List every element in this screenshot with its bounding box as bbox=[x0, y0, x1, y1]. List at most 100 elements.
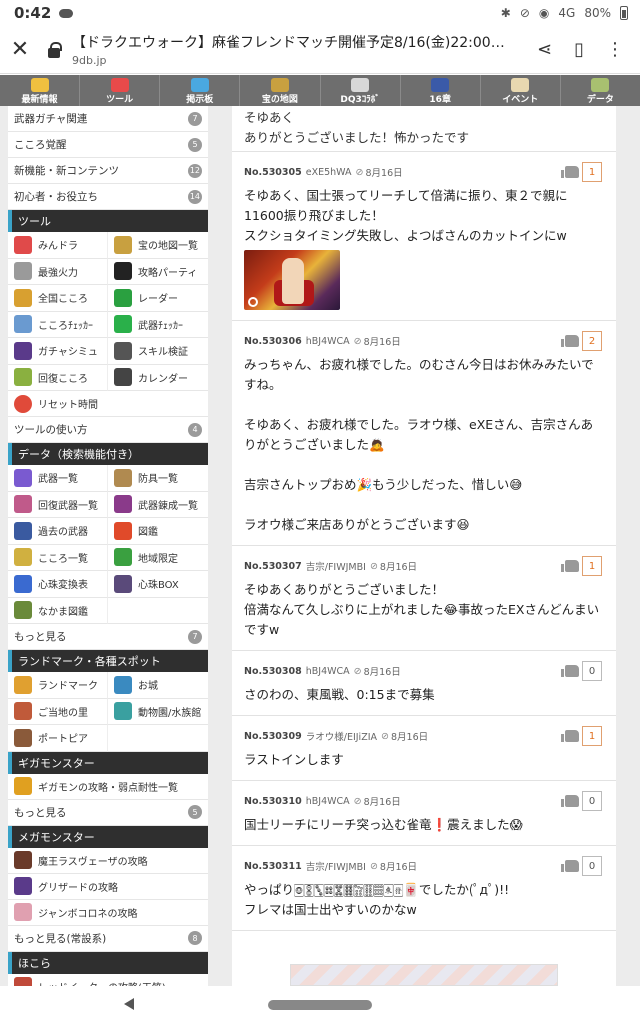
sidebar-grid-item[interactable]: 攻略パーティ bbox=[108, 259, 208, 285]
sidebar-grid-item[interactable]: カレンダー bbox=[108, 365, 208, 391]
like-control[interactable]: 2 bbox=[561, 331, 602, 351]
sidebar-grid-item[interactable]: みんドラ bbox=[8, 232, 108, 259]
sidebar-grid-item[interactable]: ガチャシミュ bbox=[8, 338, 108, 365]
topnav-item[interactable]: 宝の地図 bbox=[240, 75, 321, 106]
sidebar-grid-item[interactable]: お城 bbox=[108, 672, 208, 699]
sidebar-link-label: 武器ガチャ関連 bbox=[14, 113, 88, 125]
sidebar-grid-item[interactable]: ご当地の里 bbox=[8, 698, 108, 725]
sidebar-grid-item[interactable]: 心珠BOX bbox=[108, 571, 208, 598]
like-control[interactable]: 1 bbox=[561, 162, 602, 182]
share-icon[interactable]: ⋖ bbox=[537, 39, 552, 60]
reset-time-link[interactable]: リセット時間 bbox=[8, 391, 208, 417]
topnav-item[interactable]: 最新情報 bbox=[0, 75, 81, 106]
sidebar-link[interactable]: もっと見る 7 bbox=[8, 624, 208, 650]
comment-number[interactable]: No.530306 bbox=[244, 336, 302, 347]
sidebar-grid-item[interactable]: 武器ﾁｪｯｶｰ bbox=[108, 312, 208, 338]
sidebar-grid-item[interactable]: 過去の武器 bbox=[8, 518, 108, 545]
comment-body: ラストインします bbox=[244, 752, 344, 767]
sidebar-link[interactable]: 新機能・新コンテンツ 12 bbox=[8, 158, 208, 184]
item-icon bbox=[14, 262, 32, 281]
like-control[interactable]: 1 bbox=[561, 726, 602, 746]
ad-banner[interactable] bbox=[290, 964, 558, 986]
lock-icon[interactable] bbox=[48, 41, 62, 58]
sidebar-link[interactable]: 武器ガチャ関連 7 bbox=[8, 106, 208, 132]
battery-label: 80% bbox=[584, 6, 611, 20]
item-label: ギガモンの攻略・弱点耐性一覧 bbox=[38, 782, 178, 794]
topnav-item[interactable]: DQ3ｺﾗﾎﾞ bbox=[321, 75, 401, 106]
url-texts[interactable]: 【ドラクエウォーク】麻雀フレンドマッチ開催予定8/16(金)22:00〜8/17… bbox=[72, 32, 512, 67]
sidebar-grid-item[interactable]: レーダー bbox=[108, 285, 208, 312]
thumbs-up-icon[interactable] bbox=[561, 730, 579, 742]
like-control[interactable]: 0 bbox=[561, 791, 602, 811]
sidebar-grid-item[interactable]: 宝の地図一覧 bbox=[108, 232, 208, 259]
home-pill[interactable] bbox=[268, 1000, 372, 1010]
thumbs-up-icon[interactable] bbox=[561, 795, 579, 807]
sidebar-grid-item[interactable]: 武器一覧 bbox=[8, 465, 108, 492]
sidebar-link[interactable]: もっと見る 5 bbox=[8, 800, 208, 826]
comment: No.530305 eXE5hWA ⊘ 8月16日 1 そゆあく、国士張ってリーチして倍満… bbox=[232, 152, 616, 321]
sidebar-grid-item[interactable]: 回復武器一覧 bbox=[8, 491, 108, 518]
comment-image[interactable] bbox=[244, 250, 340, 310]
back-icon[interactable] bbox=[124, 998, 134, 1010]
comment-number[interactable]: No.530309 bbox=[244, 731, 302, 742]
sidebar-link[interactable]: 初心者・お役立ち 14 bbox=[8, 184, 208, 210]
sidebar-link[interactable]: ツールの使い方 4 bbox=[8, 417, 208, 443]
sidebar-grid-item[interactable]: 最強火力 bbox=[8, 258, 108, 285]
sidebar-link[interactable]: こころ覚醒 5 bbox=[8, 132, 208, 158]
item-icon bbox=[114, 521, 132, 540]
like-control[interactable]: 1 bbox=[561, 556, 602, 576]
like-control[interactable]: 0 bbox=[561, 856, 602, 876]
sidebar-grid-item[interactable]: 全国こころ bbox=[8, 285, 108, 312]
item-icon bbox=[114, 548, 132, 567]
bookmark-icon[interactable]: ▯ bbox=[574, 39, 584, 60]
sidebar-link[interactable]: もっと見る(常設系) 8 bbox=[8, 926, 208, 952]
thumbs-up-icon[interactable] bbox=[561, 860, 579, 872]
thumbs-up-icon[interactable] bbox=[561, 665, 579, 677]
comment-user-id: 吉宗/FIWJMBI bbox=[305, 862, 366, 873]
sidebar-grid-item[interactable]: こころﾁｪｯｶｰ bbox=[8, 311, 108, 338]
comment-number[interactable]: No.530311 bbox=[244, 861, 302, 872]
sidebar-grid-item[interactable]: 回復こころ bbox=[8, 364, 108, 391]
comment-number[interactable]: No.530305 bbox=[244, 167, 302, 178]
sidebar-grid-item[interactable]: 動物園/水族館 bbox=[108, 699, 208, 725]
item-label: こころﾁｪｯｶｰ bbox=[38, 320, 93, 332]
sidebar-grid-item[interactable]: こころ一覧 bbox=[8, 544, 108, 571]
thumbs-up-icon[interactable] bbox=[561, 166, 579, 178]
topnav-item[interactable]: イベント bbox=[481, 75, 561, 106]
topnav-label: DQ3ｺﾗﾎﾞ bbox=[340, 95, 380, 105]
thumbs-up-icon[interactable] bbox=[561, 560, 579, 572]
item-icon bbox=[14, 548, 32, 567]
sidebar-link[interactable]: レッドイーターの攻略(天竺) bbox=[8, 974, 208, 986]
comment-user-id: ラオウ様/EIJiZIA bbox=[305, 732, 378, 743]
comment: No.530309 ラオウ様/EIJiZIA ⊘ 8月16日 1 ラストインします bbox=[232, 716, 616, 781]
more-icon[interactable]: ⋮ bbox=[606, 39, 624, 60]
sidebar-grid-item[interactable]: なかま図鑑 bbox=[8, 597, 108, 624]
battery-icon bbox=[620, 6, 628, 20]
item-label: なかま図鑑 bbox=[38, 606, 88, 618]
sidebar-grid-item[interactable]: 地域限定 bbox=[108, 545, 208, 571]
topnav-item[interactable]: 16章 bbox=[401, 75, 481, 106]
topnav-item[interactable]: データ bbox=[561, 75, 640, 106]
sidebar-grid-item[interactable]: スキル検証 bbox=[108, 338, 208, 365]
comment-number[interactable]: No.530310 bbox=[244, 796, 302, 807]
close-icon[interactable]: ✕ bbox=[0, 37, 40, 62]
count-badge: 4 bbox=[188, 422, 202, 437]
sidebar-link[interactable]: ギガモンの攻略・弱点耐性一覧 bbox=[8, 774, 208, 800]
topnav-item[interactable]: 掲示板 bbox=[160, 75, 241, 106]
sidebar-grid-item[interactable]: 図鑑 bbox=[108, 518, 208, 545]
thumbs-up-icon[interactable] bbox=[561, 335, 579, 347]
sidebar-link[interactable]: 魔王ラスヴェーザの攻略 bbox=[8, 848, 208, 874]
topnav-item[interactable]: ツール bbox=[80, 75, 161, 106]
sidebar-grid-item[interactable]: 防具一覧 bbox=[108, 465, 208, 492]
sidebar-grid-item[interactable]: 心珠変換表 bbox=[8, 571, 108, 598]
comment-number[interactable]: No.530307 bbox=[244, 561, 302, 572]
item-label: 心珠BOX bbox=[138, 580, 179, 592]
comment-number[interactable]: No.530308 bbox=[244, 666, 302, 677]
sidebar-link[interactable]: ジャンボコロネの攻略 bbox=[8, 900, 208, 926]
sidebar-grid-item[interactable]: ランドマーク bbox=[8, 672, 108, 699]
like-control[interactable]: 0 bbox=[561, 661, 602, 681]
sidebar-link[interactable]: グリザードの攻略 bbox=[8, 874, 208, 900]
comment-body: そゆあくありがとうございました！ 倍満なんて久しぶりに上がれました😂事故ったEX… bbox=[244, 582, 600, 637]
sidebar-grid-item[interactable]: ポートピア bbox=[8, 725, 108, 752]
sidebar-grid-item[interactable]: 武器錬成一覧 bbox=[108, 492, 208, 518]
